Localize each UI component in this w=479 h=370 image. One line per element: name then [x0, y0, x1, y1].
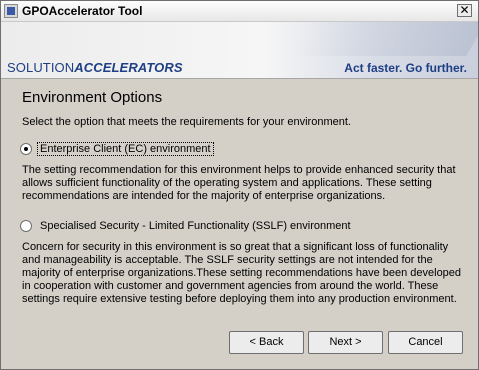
banner-decoration — [286, 22, 478, 56]
sslf-label[interactable]: Specialised Security - Limited Functiona… — [38, 220, 353, 232]
sslf-radio[interactable] — [20, 220, 32, 232]
page-title: Environment Options — [22, 89, 163, 106]
back-button[interactable]: < Back — [229, 331, 304, 354]
option-sslf[interactable]: Specialised Security - Limited Functiona… — [20, 220, 353, 232]
enterprise-client-description: The setting recommendation for this envi… — [22, 164, 456, 202]
title-bar[interactable]: GPOAccelerator Tool ✕ — [1, 1, 478, 22]
enterprise-client-label[interactable]: Enterprise Client (EC) environment — [37, 142, 214, 156]
solution-accelerators-banner: SOLUTIONACCELERATORS Act faster. Go furt… — [1, 22, 478, 78]
sslf-description: Concern for security in this environment… — [22, 241, 462, 305]
brand-tagline: Act faster. Go further. — [344, 61, 467, 75]
brand-logo: SOLUTIONACCELERATORS — [7, 60, 183, 75]
cancel-button[interactable]: Cancel — [388, 331, 463, 354]
next-button[interactable]: Next > — [308, 331, 383, 354]
brand-prefix: SOLUTION — [7, 60, 75, 75]
window-title: GPOAccelerator Tool — [22, 4, 143, 18]
brand-emphasis: ACCELERATORS — [74, 60, 183, 75]
gpoaccelerator-window: GPOAccelerator Tool ✕ SOLUTIONACCELERATO… — [0, 0, 479, 370]
option-enterprise-client[interactable]: Enterprise Client (EC) environment — [20, 142, 214, 156]
enterprise-client-radio[interactable] — [20, 143, 32, 155]
app-icon — [4, 4, 18, 18]
wizard-content: Environment Options Select the option th… — [1, 79, 478, 369]
close-button[interactable]: ✕ — [457, 4, 472, 17]
page-instruction: Select the option that meets the require… — [22, 116, 351, 128]
